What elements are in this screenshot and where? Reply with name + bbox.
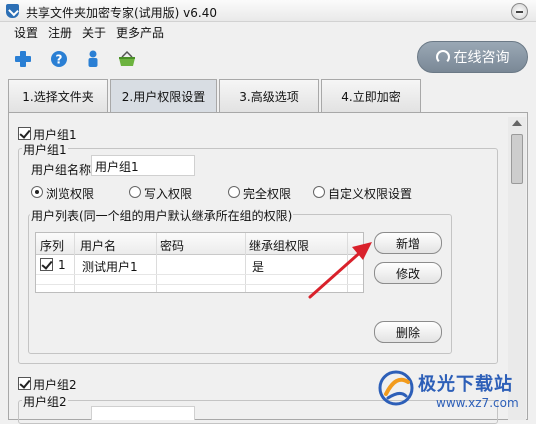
title-bar: 共享文件夹加密专家(试用版) v6.40 xyxy=(0,0,536,22)
svg-text:?: ? xyxy=(56,53,63,67)
app-shield-icon xyxy=(6,4,19,18)
menu-more-products[interactable]: 更多产品 xyxy=(116,24,164,41)
custom-permission-label: 自定义权限设置 xyxy=(328,187,413,201)
add-user-button[interactable]: 新增 xyxy=(374,232,442,254)
col-username[interactable]: 用户名 xyxy=(80,237,116,254)
shopping-basket-icon[interactable] xyxy=(118,50,136,68)
col-password[interactable]: 密码 xyxy=(160,237,184,254)
group2-name-input[interactable] xyxy=(91,406,195,420)
minimize-button[interactable] xyxy=(511,3,528,20)
add-icon[interactable] xyxy=(14,50,32,68)
tab-advanced-options[interactable]: 3.高级选项 xyxy=(219,79,319,112)
watermark-name: 极光下载站 xyxy=(418,374,513,395)
group-name-label: 用户组名称 xyxy=(31,163,92,177)
group2-checkbox[interactable] xyxy=(18,377,31,390)
annotation-arrow xyxy=(308,242,372,299)
col-seq[interactable]: 序列 xyxy=(40,237,64,254)
radio-full-permission[interactable] xyxy=(228,186,240,198)
menu-about[interactable]: 关于 xyxy=(82,24,106,41)
write-permission-label: 写入权限 xyxy=(144,187,193,201)
help-icon[interactable]: ? xyxy=(50,50,68,68)
row-inherit: 是 xyxy=(252,260,265,274)
full-permission-label: 完全权限 xyxy=(243,187,292,201)
scroll-thumb[interactable] xyxy=(511,134,523,184)
tab-encrypt-now[interactable]: 4.立即加密 xyxy=(321,79,421,112)
group1-box-title: 用户组1 xyxy=(22,141,68,158)
row-username: 测试用户1 xyxy=(82,260,138,274)
group1-checkbox[interactable] xyxy=(18,127,31,140)
group2-checkbox-label: 用户组2 xyxy=(33,378,77,392)
row-seq: 1 xyxy=(58,258,66,272)
delete-user-button[interactable]: 删除 xyxy=(374,321,442,343)
edit-user-button[interactable]: 修改 xyxy=(374,262,442,284)
tab-select-folder[interactable]: 1.选择文件夹 xyxy=(8,79,108,112)
menu-register[interactable]: 注册 xyxy=(48,24,72,41)
group-name-input[interactable]: 用户组1 xyxy=(91,155,195,176)
user-list-title: 用户列表(同一个组的用户默认继承所在组的权限) xyxy=(30,207,294,224)
user-icon[interactable] xyxy=(84,50,102,68)
watermark: 极光下载站 www.xz7.com xyxy=(378,368,530,416)
online-consult-button[interactable]: 在线咨询 xyxy=(417,41,528,73)
tab-user-permissions[interactable]: 2.用户权限设置 xyxy=(110,79,217,112)
menu-settings[interactable]: 设置 xyxy=(14,24,38,41)
radio-write-permission[interactable] xyxy=(129,186,141,198)
online-consult-label: 在线咨询 xyxy=(453,50,510,66)
group2-box-title: 用户组2 xyxy=(22,393,68,410)
radio-custom-permission[interactable] xyxy=(313,186,325,198)
watermark-url: www.xz7.com xyxy=(436,396,519,410)
browse-permission-label: 浏览权限 xyxy=(46,187,95,201)
scroll-up-arrow-icon[interactable] xyxy=(512,120,522,126)
watermark-logo-icon xyxy=(378,370,414,406)
headset-icon xyxy=(435,50,450,64)
radio-browse-permission[interactable] xyxy=(31,186,43,198)
window-title: 共享文件夹加密专家(试用版) v6.40 xyxy=(26,6,217,20)
row-checkbox[interactable] xyxy=(40,258,53,271)
